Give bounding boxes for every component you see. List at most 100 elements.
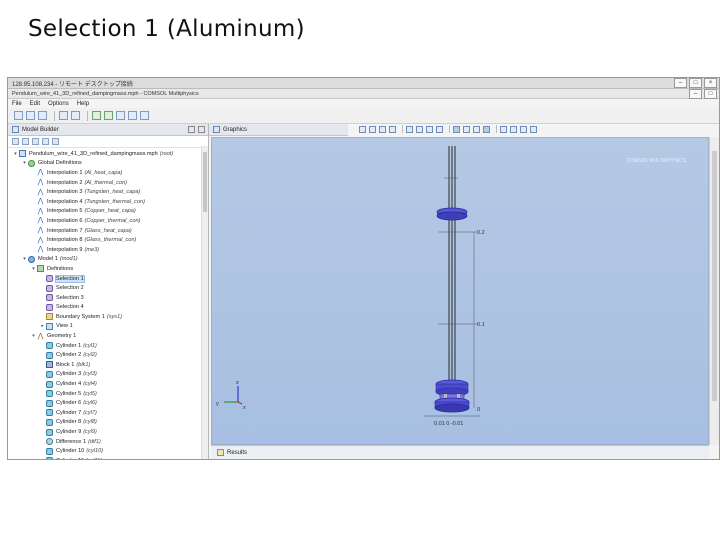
reset-view-icon[interactable] bbox=[510, 125, 517, 133]
tree-node[interactable]: Boundary System 1 (sys1) bbox=[8, 312, 208, 322]
forward-icon[interactable] bbox=[22, 138, 29, 145]
tree-node[interactable]: Cylinder 3 (cyl3) bbox=[8, 370, 208, 380]
app-titlebar[interactable]: Pendulum_wire_41_3D_refined_dampingmass.… bbox=[8, 88, 719, 99]
tree-node[interactable]: ⋀ Interpolation 6 (Copper_thermal_con) bbox=[8, 216, 208, 226]
tree-node[interactable]: Selection 3 bbox=[8, 293, 208, 303]
menu-edit[interactable]: Edit bbox=[30, 101, 40, 107]
expand-toggle-icon[interactable]: ▾ bbox=[30, 266, 37, 272]
zoom-box-icon[interactable] bbox=[379, 125, 386, 133]
render-mode-icon[interactable] bbox=[483, 125, 490, 133]
sel-icon bbox=[46, 303, 53, 311]
tree-node[interactable]: Cylinder 2 (cyl2) bbox=[8, 350, 208, 360]
tree-node[interactable]: ⋀ Interpolation 3 (Tungsten_heat_capa) bbox=[8, 187, 208, 197]
redo-icon[interactable] bbox=[71, 111, 80, 120]
component-icon[interactable] bbox=[104, 111, 113, 120]
expand-toggle-icon[interactable]: ▾ bbox=[21, 256, 28, 262]
select-boundaries-icon[interactable] bbox=[416, 125, 423, 133]
expand-toggle-icon[interactable]: ▾ bbox=[12, 151, 19, 157]
app-minimize-button[interactable]: – bbox=[689, 88, 702, 99]
transparency-icon[interactable] bbox=[463, 125, 470, 133]
results-tab[interactable]: Results bbox=[211, 445, 709, 459]
expand-toggle-icon[interactable]: ▾ bbox=[21, 160, 28, 166]
menu-options[interactable]: Options bbox=[48, 101, 69, 107]
undo-icon[interactable] bbox=[59, 111, 68, 120]
zoom-extents-icon[interactable] bbox=[389, 125, 396, 133]
tree-node[interactable]: Cylinder 5 (cyl5) bbox=[8, 389, 208, 399]
zoom-out-icon[interactable] bbox=[369, 125, 376, 133]
tree-node-tag: (Tungsten_heat_capa) bbox=[84, 189, 141, 196]
tree-node[interactable]: Cylinder 4 (cyl4) bbox=[8, 379, 208, 389]
back-icon[interactable] bbox=[12, 138, 19, 145]
tree-node[interactable]: ▾ Model 1 (mod1) bbox=[8, 255, 208, 265]
interp-icon: ⋀ bbox=[37, 236, 44, 244]
tree-node[interactable]: Cylinder 8 (cyl8) bbox=[8, 418, 208, 428]
app-maximize-button[interactable]: □ bbox=[704, 88, 717, 99]
compute-icon[interactable] bbox=[140, 111, 149, 120]
tree-node[interactable]: ⋀ Interpolation 1 (Al_heat_capa) bbox=[8, 168, 208, 178]
tree-node-tag: (Tungsten_thermal_con) bbox=[84, 198, 145, 205]
tree-node[interactable]: ▾ Pendulum_wire_41_3D_refined_dampingmass… bbox=[8, 149, 208, 159]
open-file-icon[interactable] bbox=[26, 111, 35, 120]
scene-light-icon[interactable] bbox=[473, 125, 480, 133]
tree-node[interactable]: Selection 2 bbox=[8, 283, 208, 293]
expand-all-icon[interactable] bbox=[52, 138, 59, 145]
tree-node-label: Selection 3 bbox=[56, 294, 84, 301]
tree-node[interactable]: Block 1 (blk1) bbox=[8, 360, 208, 370]
model-builder-tab[interactable]: Model Builder bbox=[8, 124, 208, 136]
save-icon[interactable] bbox=[38, 111, 47, 120]
tree-node[interactable]: ▾ ⋀ Geometry 1 bbox=[8, 331, 208, 341]
tree-node[interactable]: Cylinder 1 (cyl1) bbox=[8, 341, 208, 351]
cyl-icon bbox=[46, 457, 53, 459]
model-tree-scrollbar[interactable] bbox=[201, 146, 208, 459]
collapse-all-icon[interactable] bbox=[42, 138, 49, 145]
tree-node[interactable]: Cylinder 6 (cyl6) bbox=[8, 398, 208, 408]
graphics-tab[interactable]: Graphics bbox=[209, 124, 348, 136]
tree-node[interactable]: ⋀ Interpolation 7 (Glass_heat_capa) bbox=[8, 226, 208, 236]
select-edges-icon[interactable] bbox=[426, 125, 433, 133]
tree-node[interactable]: Difference 1 (dif1) bbox=[8, 437, 208, 447]
tree-node[interactable]: Cylinder 7 (cyl7) bbox=[8, 408, 208, 418]
minimize-button[interactable]: – bbox=[674, 78, 687, 88]
tree-node[interactable]: ⋀ Interpolation 2 (Al_thermal_con) bbox=[8, 178, 208, 188]
file-icon bbox=[19, 150, 26, 158]
wireframe-icon[interactable] bbox=[453, 125, 460, 133]
model-wizard-icon[interactable] bbox=[92, 111, 101, 120]
remote-desktop-titlebar[interactable]: 128.95.108.234 - リモート デスクトップ接続 – □ × bbox=[8, 78, 719, 89]
panel-minimize-icon[interactable] bbox=[188, 126, 195, 133]
tree-node-tag: (cyl5) bbox=[83, 390, 97, 397]
tree-node[interactable]: Cylinder 11(cyl11) bbox=[8, 456, 208, 459]
graphics-canvas[interactable]: COMSOL MULTIPHYSICS 0.2 0.1 0 0.01 0 -0.… bbox=[211, 137, 709, 445]
select-points-icon[interactable] bbox=[436, 125, 443, 133]
tree-node-label: Global Definitions bbox=[38, 160, 82, 167]
lower-mass-bottom bbox=[434, 403, 470, 413]
tree-node[interactable]: ⋀ Interpolation 8 (Glass_thermal_con) bbox=[8, 235, 208, 245]
build-all-icon[interactable] bbox=[116, 111, 125, 120]
select-domains-icon[interactable] bbox=[406, 125, 413, 133]
expand-toggle-icon[interactable]: ▸ bbox=[39, 323, 46, 329]
panel-maximize-icon[interactable] bbox=[198, 126, 205, 133]
tree-node[interactable]: ⋀ Interpolation 9 (me3) bbox=[8, 245, 208, 255]
tree-node[interactable]: ▸ View 1 bbox=[8, 322, 208, 332]
menu-help[interactable]: Help bbox=[77, 101, 89, 107]
tree-node[interactable]: Selection 1 bbox=[8, 274, 208, 284]
tree-node[interactable]: Selection 4 bbox=[8, 303, 208, 313]
maximize-button[interactable]: □ bbox=[689, 78, 702, 88]
tree-node[interactable]: ⋀ Interpolation 5 (Copper_heat_capa) bbox=[8, 207, 208, 217]
tree-node[interactable]: Cylinder 10 (cyl10) bbox=[8, 446, 208, 456]
image-snapshot-icon[interactable] bbox=[520, 125, 527, 133]
go-to-default-view-icon[interactable] bbox=[500, 125, 507, 133]
graphics-scrollbar[interactable] bbox=[709, 137, 719, 445]
tree-node[interactable]: ▾ Definitions bbox=[8, 264, 208, 274]
tree-node[interactable]: Cylinder 9 (cyl9) bbox=[8, 427, 208, 437]
tree-node[interactable]: ▾ Global Definitions bbox=[8, 159, 208, 169]
mesh-icon[interactable] bbox=[128, 111, 137, 120]
new-file-icon[interactable] bbox=[14, 111, 23, 120]
menu-file[interactable]: File bbox=[12, 101, 22, 107]
print-icon[interactable] bbox=[530, 125, 537, 133]
tree-node[interactable]: ⋀ Interpolation 4 (Tungsten_thermal_con) bbox=[8, 197, 208, 207]
expand-toggle-icon[interactable]: ▾ bbox=[30, 333, 37, 339]
close-button[interactable]: × bbox=[704, 78, 717, 88]
show-icon[interactable] bbox=[32, 138, 39, 145]
zoom-in-icon[interactable] bbox=[359, 125, 366, 133]
cyl-icon bbox=[46, 447, 53, 455]
